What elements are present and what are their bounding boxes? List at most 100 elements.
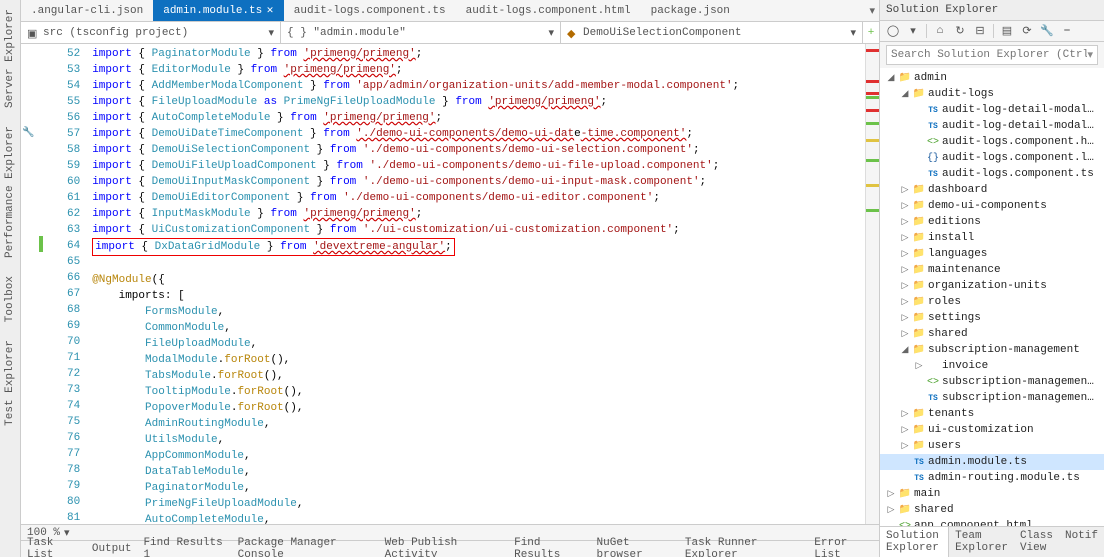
- sync-icon[interactable]: ↻: [953, 24, 967, 38]
- bottom-tool-tabs: Task List Output Find Results 1 Package Man…: [21, 540, 879, 557]
- output-window-tab[interactable]: Output: [92, 543, 132, 555]
- nav-namespace-dropdown[interactable]: { } "admin.module" ▾: [281, 22, 561, 43]
- code-editor[interactable]: 🔧 52 53 54 55 56 57 58 59 60 61 62 63 64…: [21, 44, 879, 524]
- tree-item[interactable]: ▷📁main: [880, 486, 1104, 502]
- close-icon[interactable]: ✕: [266, 6, 274, 16]
- expand-collapse-icon[interactable]: ▷: [900, 249, 910, 259]
- panel-tab[interactable]: Notif: [1059, 527, 1104, 557]
- tree-item[interactable]: ▷📁organization-units: [880, 278, 1104, 294]
- tree-item[interactable]: ▷📁settings: [880, 310, 1104, 326]
- nav-member-dropdown[interactable]: ◆ DemoUiSelectionComponent ▾: [561, 22, 863, 43]
- less-icon: {}: [926, 152, 940, 164]
- tree-item[interactable]: ▷📁languages: [880, 246, 1104, 262]
- tree-item[interactable]: ▷TSaudit-logs.component.ts: [880, 166, 1104, 182]
- show-all-icon[interactable]: ▤: [1000, 24, 1014, 38]
- output-window-tab[interactable]: Task Runner Explorer: [685, 537, 802, 557]
- home-icon[interactable]: ⌂: [933, 24, 947, 38]
- document-tab[interactable]: audit-logs.component.html: [456, 0, 641, 21]
- expand-collapse-icon[interactable]: ▷: [900, 329, 910, 339]
- expand-collapse-icon[interactable]: ▷: [900, 233, 910, 243]
- tree-item[interactable]: ▷📁users: [880, 438, 1104, 454]
- tree-item[interactable]: ▷📁editions: [880, 214, 1104, 230]
- expand-collapse-icon[interactable]: ▷: [900, 313, 910, 323]
- output-window-tab[interactable]: Web Publish Activity: [385, 537, 502, 557]
- document-tab[interactable]: .angular-cli.json: [21, 0, 153, 21]
- solution-search[interactable]: ▾: [886, 45, 1098, 65]
- folder-icon: 📁: [912, 328, 926, 340]
- expand-collapse-icon[interactable]: ▷: [900, 409, 910, 419]
- overview-ruler[interactable]: [865, 44, 879, 524]
- search-chevron-icon[interactable]: ▾: [1087, 48, 1093, 62]
- document-tab[interactable]: admin.module.ts✕: [153, 0, 284, 21]
- document-tab[interactable]: audit-logs.component.ts: [284, 0, 456, 21]
- tree-item[interactable]: ▷<>audit-logs.component.html: [880, 134, 1104, 150]
- tree-item-label: demo-ui-components: [928, 200, 1100, 212]
- tree-item[interactable]: ▷📁maintenance: [880, 262, 1104, 278]
- tool-well-tab[interactable]: Performance Explorer: [0, 117, 20, 267]
- expand-collapse-icon[interactable]: ◢: [900, 89, 910, 99]
- expand-collapse-icon[interactable]: ▷: [914, 361, 924, 371]
- expand-collapse-icon[interactable]: ▷: [900, 281, 910, 291]
- expand-collapse-icon[interactable]: ▷: [900, 185, 910, 195]
- chevron-down-icon[interactable]: ⎯: [1060, 24, 1074, 38]
- expand-collapse-icon[interactable]: ◢: [886, 73, 896, 83]
- refresh-icon[interactable]: ⟳: [1020, 24, 1034, 38]
- split-add-icon[interactable]: +: [863, 27, 879, 39]
- tree-item[interactable]: ▷TSadmin.module.ts: [880, 454, 1104, 470]
- document-tab[interactable]: package.json: [641, 0, 740, 21]
- tree-item-label: maintenance: [928, 264, 1100, 276]
- expand-collapse-icon[interactable]: ▷: [900, 265, 910, 275]
- tool-well-tab[interactable]: Test Explorer: [0, 331, 20, 435]
- tool-well-tab[interactable]: Server Explorer: [0, 0, 20, 117]
- tree-item[interactable]: ▷invoice: [880, 358, 1104, 374]
- tab-overflow-chevron[interactable]: ▾: [869, 0, 879, 21]
- tool-well-tab[interactable]: Toolbox: [0, 267, 20, 331]
- tree-item[interactable]: ◢📁admin: [880, 70, 1104, 86]
- tree-item[interactable]: ▷📁tenants: [880, 406, 1104, 422]
- tree-item-label: admin: [914, 72, 1100, 84]
- output-window-tab[interactable]: Task List: [27, 537, 80, 557]
- output-window-tab[interactable]: Package Manager Console: [238, 537, 373, 557]
- forward-icon[interactable]: ▾: [906, 24, 920, 38]
- expand-collapse-icon[interactable]: ▷: [886, 489, 896, 499]
- solution-search-input[interactable]: [891, 49, 1087, 61]
- panel-tab[interactable]: Solution Explorer: [880, 527, 949, 557]
- properties-icon[interactable]: 🔧: [1040, 24, 1054, 38]
- tree-item[interactable]: ▷<>app.component.html: [880, 518, 1104, 526]
- expand-collapse-icon[interactable]: ▷: [886, 505, 896, 515]
- tree-item[interactable]: ▷TSsubscription-management.c: [880, 390, 1104, 406]
- expand-collapse-icon[interactable]: ▷: [900, 425, 910, 435]
- tree-item[interactable]: ▷<>subscription-management.c: [880, 374, 1104, 390]
- output-window-tab[interactable]: NuGet browser: [597, 537, 673, 557]
- tree-item[interactable]: ▷TSaudit-log-detail-modal.cor: [880, 102, 1104, 118]
- expand-collapse-icon[interactable]: ▷: [900, 217, 910, 227]
- tree-item[interactable]: ◢📁subscription-management: [880, 342, 1104, 358]
- panel-tab[interactable]: Class View: [1014, 527, 1059, 557]
- code-nav-bar: ▣ src (tsconfig project) ▾ { } "admin.mo…: [21, 22, 879, 44]
- tree-item[interactable]: ▷📁roles: [880, 294, 1104, 310]
- tree-item[interactable]: ▷TSadmin-routing.module.ts: [880, 470, 1104, 486]
- expand-collapse-icon[interactable]: ◢: [900, 345, 910, 355]
- collapse-all-icon[interactable]: ⊟: [973, 24, 987, 38]
- solution-tree[interactable]: ◢📁admin◢📁audit-logs▷TSaudit-log-detail-m…: [880, 68, 1104, 526]
- back-icon[interactable]: ◯: [886, 24, 900, 38]
- tree-item-label: subscription-management.c: [942, 392, 1100, 404]
- tree-item[interactable]: ▷{}audit-logs.component.less: [880, 150, 1104, 166]
- tree-item[interactable]: ▷📁shared: [880, 502, 1104, 518]
- output-window-tab[interactable]: Find Results: [514, 537, 584, 557]
- expand-collapse-icon[interactable]: ▷: [900, 441, 910, 451]
- tree-item[interactable]: ◢📁audit-logs: [880, 86, 1104, 102]
- tree-item[interactable]: ▷📁ui-customization: [880, 422, 1104, 438]
- nav-scope-dropdown[interactable]: ▣ src (tsconfig project) ▾: [21, 22, 281, 43]
- tree-item[interactable]: ▷TSaudit-log-detail-modal.cor: [880, 118, 1104, 134]
- expand-collapse-icon[interactable]: ▷: [900, 297, 910, 307]
- tree-item[interactable]: ▷📁dashboard: [880, 182, 1104, 198]
- lightbulb-icon[interactable]: 🔧: [22, 126, 36, 140]
- panel-tab[interactable]: Team Explorer: [949, 527, 1014, 557]
- output-window-tab[interactable]: Find Results 1: [143, 537, 225, 557]
- tree-item[interactable]: ▷📁demo-ui-components: [880, 198, 1104, 214]
- expand-collapse-icon[interactable]: ▷: [900, 201, 910, 211]
- output-window-tab[interactable]: Error List: [814, 537, 873, 557]
- tree-item[interactable]: ▷📁shared: [880, 326, 1104, 342]
- tree-item[interactable]: ▷📁install: [880, 230, 1104, 246]
